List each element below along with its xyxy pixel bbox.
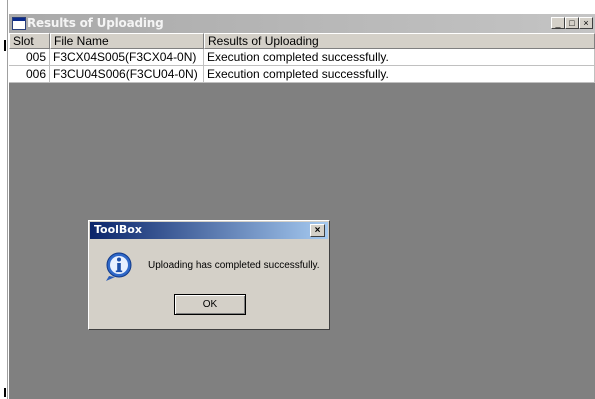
cell-result: Execution completed successfully.	[204, 66, 595, 83]
dialog-titlebar[interactable]: ToolBox ×	[90, 222, 328, 239]
window-title: Results of Uploading	[27, 16, 164, 30]
results-window-titlebar[interactable]: Results of Uploading _ □ ×	[9, 14, 595, 33]
dialog-close-button[interactable]: ×	[310, 224, 325, 237]
cell-slot: 006	[9, 66, 50, 83]
toolbox-dialog: ToolBox × Uploading has completed succes…	[88, 220, 330, 330]
background-window-edge	[0, 0, 7, 399]
dialog-title: ToolBox	[94, 223, 142, 236]
background-window-border	[7, 0, 8, 399]
ok-button[interactable]: OK	[174, 294, 246, 315]
background-window-marker	[4, 40, 6, 51]
info-icon	[106, 252, 132, 281]
dialog-message: Uploading has completed successfully.	[148, 260, 320, 271]
column-header-results[interactable]: Results of Uploading	[204, 33, 595, 49]
minimize-button[interactable]: _	[551, 17, 565, 29]
column-header-slot[interactable]: Slot	[9, 33, 50, 49]
window-icon	[12, 17, 26, 30]
table-row[interactable]: 006 F3CU04S006(F3CU04-0N) Execution comp…	[9, 66, 595, 83]
table-header: Slot File Name Results of Uploading	[9, 33, 595, 49]
cell-result: Execution completed successfully.	[204, 49, 595, 66]
close-button[interactable]: ×	[579, 17, 593, 29]
cell-slot: 005	[9, 49, 50, 66]
maximize-button[interactable]: □	[565, 17, 579, 29]
background-window-marker-bottom	[4, 388, 6, 397]
cell-file-name: F3CU04S006(F3CU04-0N)	[50, 66, 204, 83]
column-header-file-name[interactable]: File Name	[50, 33, 204, 49]
table-row[interactable]: 005 F3CX04S005(F3CX04-0N) Execution comp…	[9, 49, 595, 66]
cell-file-name: F3CX04S005(F3CX04-0N)	[50, 49, 204, 66]
results-window: Results of Uploading _ □ × Slot File Nam…	[9, 14, 595, 399]
